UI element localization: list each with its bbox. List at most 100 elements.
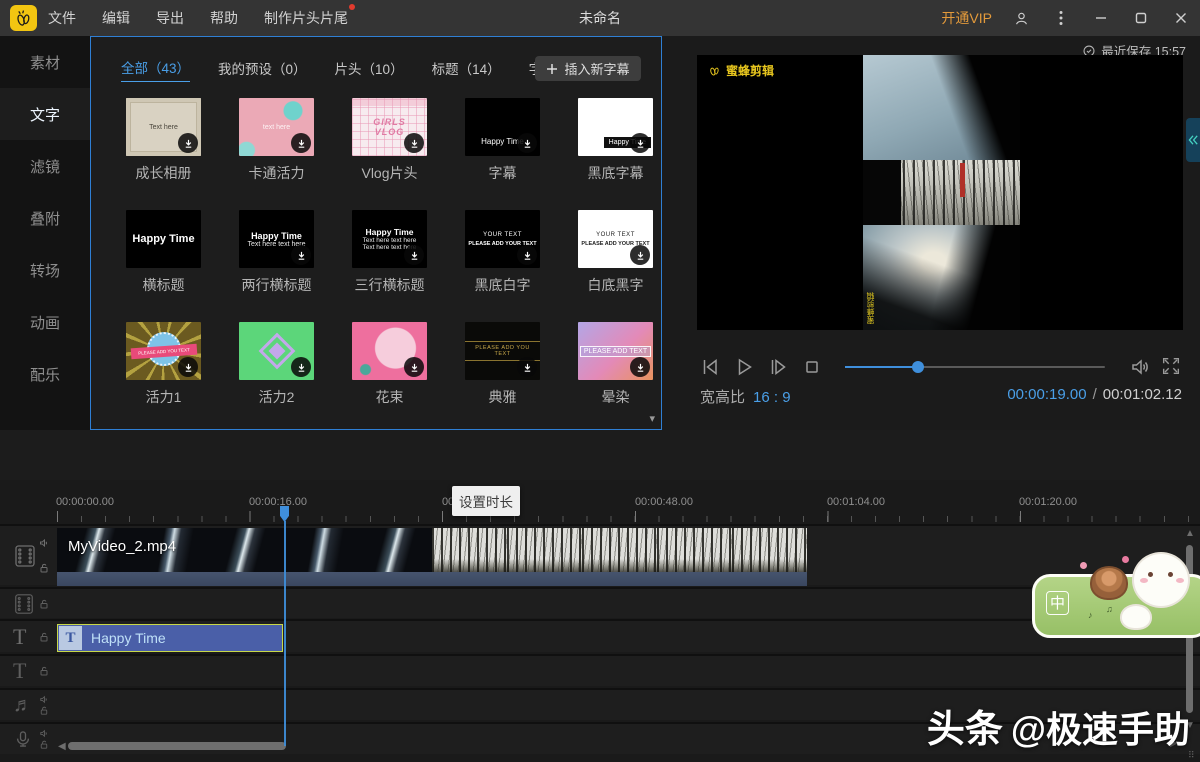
mute-track-icon[interactable] bbox=[38, 694, 50, 705]
app-logo-icon[interactable] bbox=[10, 5, 37, 31]
maximize-button[interactable] bbox=[1130, 7, 1152, 29]
template-thumbnail[interactable] bbox=[352, 322, 427, 380]
template-card[interactable]: Happy Time 黑底字幕 bbox=[559, 98, 672, 183]
download-icon[interactable] bbox=[178, 357, 198, 377]
minimize-button[interactable] bbox=[1090, 7, 1112, 29]
template-card[interactable]: PLEASE ADD TEXT 晕染 bbox=[559, 322, 672, 407]
download-icon[interactable] bbox=[630, 245, 650, 265]
template-card[interactable]: Text here 成长相册 bbox=[107, 98, 220, 183]
vip-button[interactable]: 开通VIP bbox=[941, 8, 992, 28]
menu-edit[interactable]: 编辑 bbox=[102, 8, 130, 28]
template-card[interactable]: text here 卡通活力 bbox=[220, 98, 333, 183]
tab-intros[interactable]: 片头（10） bbox=[335, 58, 404, 82]
template-card[interactable]: 活力2 bbox=[220, 322, 333, 407]
download-icon[interactable] bbox=[291, 245, 311, 265]
previous-frame-button[interactable] bbox=[698, 355, 722, 379]
lock-track-icon[interactable] bbox=[38, 739, 50, 750]
sidebar-item-transition[interactable]: 转场 bbox=[0, 244, 90, 296]
horizontal-scrollbar[interactable] bbox=[68, 742, 286, 750]
template-card[interactable]: Happy Time 横标题 bbox=[107, 210, 220, 295]
sidebar-item-filter[interactable]: 滤镜 bbox=[0, 140, 90, 192]
text-clip-selected[interactable]: T Happy Time bbox=[57, 624, 283, 652]
template-card[interactable]: PLEASE ADD YOU TEXT 活力1 bbox=[107, 322, 220, 407]
hscroll-left-arrow[interactable]: ◀ bbox=[58, 741, 66, 752]
seek-slider-handle[interactable] bbox=[912, 361, 924, 373]
template-card[interactable]: Happy Time 字幕 bbox=[446, 98, 559, 183]
template-label: 典雅 bbox=[446, 387, 559, 407]
template-thumbnail[interactable]: YOUR TEXTPLEASE ADD YOUR TEXT bbox=[578, 210, 653, 268]
stop-button[interactable] bbox=[800, 355, 824, 379]
template-label: 黑底白字 bbox=[446, 275, 559, 295]
template-thumbnail[interactable]: Text here bbox=[126, 98, 201, 156]
template-thumbnail[interactable]: GIRLSVLOG bbox=[352, 98, 427, 156]
menu-help[interactable]: 帮助 bbox=[210, 8, 238, 28]
template-card[interactable]: 花束 bbox=[333, 322, 446, 407]
sidebar-item-animation[interactable]: 动画 bbox=[0, 296, 90, 348]
lock-track-icon[interactable] bbox=[38, 705, 50, 716]
aspect-ratio[interactable]: 宽高比16 : 9 bbox=[700, 386, 791, 407]
insert-new-subtitle-button[interactable]: 插入新字幕 bbox=[535, 56, 641, 81]
template-thumbnail[interactable]: Happy TimeText here text here bbox=[239, 210, 314, 268]
download-icon[interactable] bbox=[178, 133, 198, 153]
sidebar-item-overlay[interactable]: 叠附 bbox=[0, 192, 90, 244]
template-thumbnail[interactable]: text here bbox=[239, 98, 314, 156]
play-button[interactable] bbox=[732, 355, 756, 379]
template-card[interactable]: YOUR TEXTPLEASE ADD YOUR TEXT 白底黑字 bbox=[559, 210, 672, 295]
download-icon[interactable] bbox=[630, 133, 650, 153]
fullscreen-icon[interactable] bbox=[1160, 355, 1184, 379]
lock-track-icon[interactable] bbox=[38, 562, 50, 574]
mute-track-icon[interactable] bbox=[38, 537, 50, 549]
template-thumbnail[interactable]: Happy Time bbox=[126, 210, 201, 268]
download-icon[interactable] bbox=[404, 245, 424, 265]
download-icon[interactable] bbox=[517, 245, 537, 265]
aspect-ratio-value: 16 : 9 bbox=[753, 389, 791, 406]
playhead-line[interactable] bbox=[284, 521, 286, 746]
download-icon[interactable] bbox=[630, 357, 650, 377]
template-card[interactable]: GIRLSVLOG Vlog片头 bbox=[333, 98, 446, 183]
seek-slider[interactable] bbox=[845, 366, 1105, 368]
template-card[interactable]: Happy TimeText here text here 两行横标题 bbox=[220, 210, 333, 295]
menu-export[interactable]: 导出 bbox=[156, 8, 184, 28]
video-stage[interactable]: 蜜蜂剪辑 蜜蜂剪辑 bbox=[697, 55, 1183, 330]
panel-scroll-down-icon[interactable]: ▾ bbox=[649, 412, 655, 425]
lock-track-icon[interactable] bbox=[38, 598, 50, 610]
menu-file[interactable]: 文件 bbox=[48, 8, 76, 28]
template-thumbnail[interactable]: Happy Time bbox=[465, 98, 540, 156]
collapse-panel-tab[interactable] bbox=[1186, 118, 1200, 162]
template-thumbnail[interactable]: PLEASE ADD YOU TEXT bbox=[465, 322, 540, 380]
download-icon[interactable] bbox=[404, 133, 424, 153]
template-thumbnail[interactable]: Happy TimeText here text hereText here t… bbox=[352, 210, 427, 268]
download-icon[interactable] bbox=[517, 357, 537, 377]
close-button[interactable] bbox=[1170, 7, 1192, 29]
account-icon[interactable] bbox=[1010, 7, 1032, 29]
lock-track-icon[interactable] bbox=[38, 631, 50, 643]
template-thumbnail[interactable]: Happy Time bbox=[578, 98, 653, 156]
sidebar-item-media[interactable]: 素材 bbox=[0, 36, 90, 88]
tab-my-presets[interactable]: 我的预设（0） bbox=[218, 58, 307, 82]
download-icon[interactable] bbox=[291, 133, 311, 153]
brand-watermark: 蜜蜂剪辑 bbox=[707, 62, 774, 79]
lock-track-icon[interactable] bbox=[38, 665, 50, 677]
template-card[interactable]: PLEASE ADD YOU TEXT 典雅 bbox=[446, 322, 559, 407]
more-menu-icon[interactable] bbox=[1050, 7, 1072, 29]
sidebar-item-music[interactable]: 配乐 bbox=[0, 348, 90, 400]
next-frame-button[interactable] bbox=[766, 355, 790, 379]
template-thumbnail[interactable] bbox=[239, 322, 314, 380]
download-icon[interactable] bbox=[291, 357, 311, 377]
template-thumbnail[interactable]: PLEASE ADD TEXT bbox=[578, 322, 653, 380]
tab-titles[interactable]: 标题（14） bbox=[432, 58, 501, 82]
menu-intro-outro[interactable]: 制作片头片尾 bbox=[264, 8, 348, 28]
template-card[interactable]: YOUR TEXTPLEASE ADD YOUR TEXT 黑底白字 bbox=[446, 210, 559, 295]
mute-track-icon[interactable] bbox=[38, 728, 50, 739]
download-icon[interactable] bbox=[404, 357, 424, 377]
video-clip[interactable]: MyVideo_2.mp4 bbox=[57, 528, 807, 586]
template-card[interactable]: Happy TimeText here text hereText here t… bbox=[333, 210, 446, 295]
vscroll-up-arrow[interactable]: ▲ bbox=[1185, 528, 1195, 539]
volume-icon[interactable] bbox=[1128, 355, 1152, 379]
video-frame: 蜜蜂剪辑 bbox=[863, 55, 1020, 330]
download-icon[interactable] bbox=[517, 133, 537, 153]
template-thumbnail[interactable]: PLEASE ADD YOU TEXT bbox=[126, 322, 201, 380]
tab-all[interactable]: 全部（43） bbox=[121, 57, 190, 82]
sidebar-item-text[interactable]: 文字 bbox=[0, 88, 90, 140]
template-thumbnail[interactable]: YOUR TEXTPLEASE ADD YOUR TEXT bbox=[465, 210, 540, 268]
